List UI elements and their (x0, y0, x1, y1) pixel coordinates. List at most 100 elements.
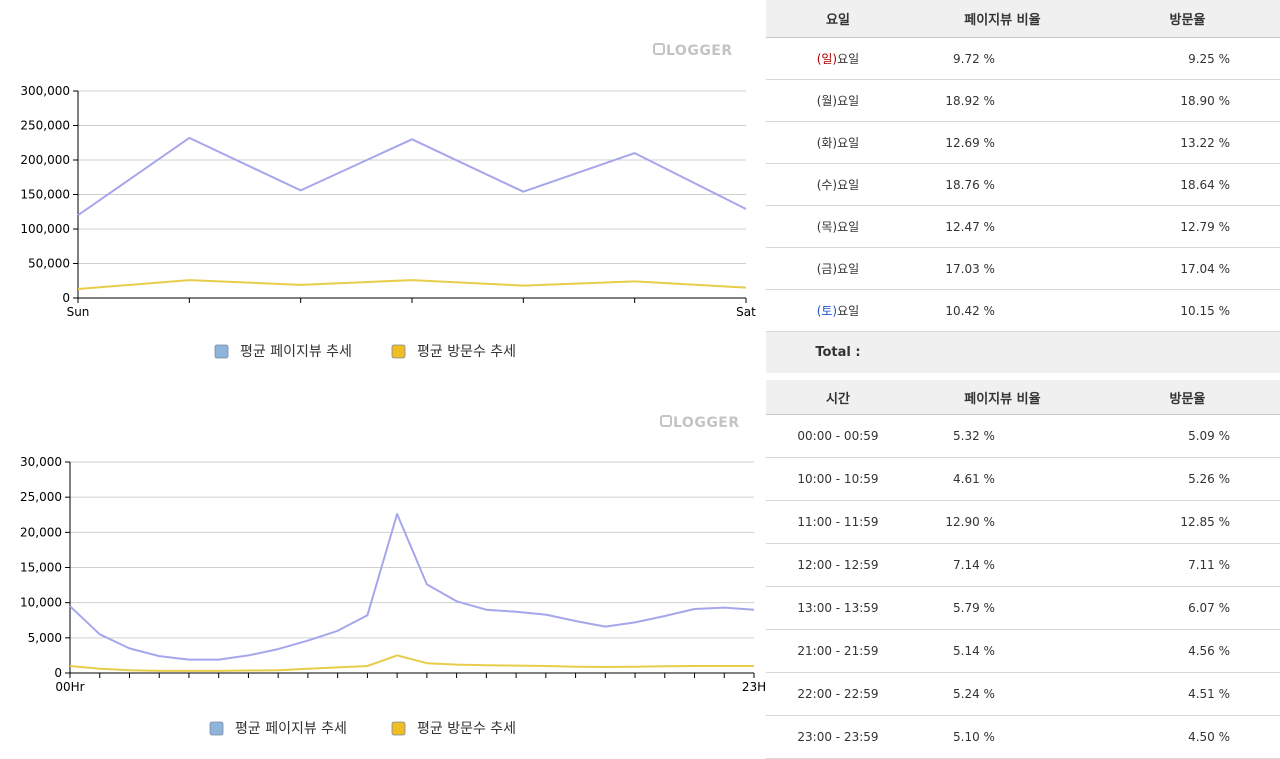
header-pageview-ratio: 페이지뷰 비율 (909, 380, 1095, 415)
table-row: 11:00 - 11:59 12.90 % 12.85 % (766, 500, 1280, 544)
y-tick-label: 0 (62, 291, 70, 305)
day-cell: (토)요일 (766, 289, 910, 332)
legend-label: 평균 페이지뷰 추세 (240, 344, 352, 360)
day-cell: (목)요일 (766, 205, 910, 248)
y-tick-label: 50,000 (28, 257, 70, 271)
y-tick-label: 25,000 (20, 490, 62, 504)
x-tick-label: 00Hr (55, 680, 84, 694)
table-row: (화)요일 12.69 % 13.22 % (766, 121, 1280, 164)
pageview-ratio-cell: 18.92 % (909, 79, 1095, 122)
time-cell: 22:00 - 22:59 (766, 672, 910, 716)
day-cell: (월)요일 (766, 79, 910, 122)
visit-ratio-cell: 12.85 % (1094, 500, 1280, 544)
y-tick-label: 0 (54, 666, 62, 680)
logger-logo: LOGGER (660, 415, 740, 431)
pageview-ratio-cell: 12.69 % (909, 121, 1095, 164)
table-row: (월)요일 18.92 % 18.90 % (766, 79, 1280, 122)
day-cell: (수)요일 (766, 163, 910, 206)
table-row: (일)요일 9.72 % 9.25 % (766, 37, 1280, 80)
chart-legend: 평균 페이지뷰 추세 평균 방문수 추세 (209, 721, 516, 737)
y-tick-label: 20,000 (20, 525, 62, 539)
table-row: 23:00 - 23:59 5.10 % 4.50 % (766, 715, 1280, 759)
y-tick-label: 15,000 (20, 561, 62, 575)
visit-ratio-cell: 10.15 % (1094, 289, 1280, 332)
pageview-ratio-cell: 5.14 % (909, 629, 1095, 673)
visit-ratio-cell: 4.56 % (1094, 629, 1280, 673)
day-cell: (화)요일 (766, 121, 910, 164)
time-cell: 12:00 - 12:59 (766, 543, 910, 587)
pageview-ratio-cell: 5.79 % (909, 586, 1095, 630)
visit-ratio-cell: 6.07 % (1094, 586, 1280, 630)
total-row: Total : (766, 331, 1280, 373)
time-cell: 00:00 - 00:59 (766, 414, 910, 458)
header-time: 시간 (766, 380, 910, 415)
pageview-ratio-cell: 5.10 % (909, 715, 1095, 759)
visit-ratio-cell: 18.64 % (1094, 163, 1280, 206)
hourly-stats-table-panel: 시간 페이지뷰 비율 방문율 00:00 - 00:59 5.32 % 5.09… (766, 380, 1280, 759)
visit-ratio-cell: 12.79 % (1094, 205, 1280, 248)
pageview-ratio-cell: 5.24 % (909, 672, 1095, 716)
pageview-ratio-cell: 10.42 % (909, 289, 1095, 332)
hourly-stats-table: 시간 페이지뷰 비율 방문율 00:00 - 00:59 5.32 % 5.09… (766, 380, 1280, 759)
visit-series-line (77, 279, 747, 290)
y-tick-label: 10,000 (20, 596, 62, 610)
time-cell: 10:00 - 10:59 (766, 457, 910, 501)
visit-ratio-cell: 9.25 % (1094, 37, 1280, 80)
table-row: 10:00 - 10:59 4.61 % 5.26 % (766, 457, 1280, 501)
pageview-ratio-cell: 12.47 % (909, 205, 1095, 248)
time-cell: 13:00 - 13:59 (766, 586, 910, 630)
visit-ratio-cell: 5.26 % (1094, 457, 1280, 501)
weekly-stats-table-panel: 요일 페이지뷰 비율 방문율 (일)요일 9.72 % 9.25 % (월)요일… (766, 0, 1280, 373)
table-row: (토)요일 10.42 % 10.15 % (766, 289, 1280, 332)
pageview-ratio-cell: 18.76 % (909, 163, 1095, 206)
total-visit-cell (1094, 331, 1280, 373)
visit-ratio-cell: 4.51 % (1094, 672, 1280, 716)
pageview-ratio-cell: 12.90 % (909, 500, 1095, 544)
pageview-ratio-cell: 4.61 % (909, 457, 1095, 501)
y-tick-label: 150,000 (20, 188, 70, 202)
y-tick-label: 250,000 (20, 119, 70, 133)
visit-ratio-cell: 17.04 % (1094, 247, 1280, 290)
y-tick-label: 300,000 (20, 84, 70, 98)
weekly-stats-table: 요일 페이지뷰 비율 방문율 (일)요일 9.72 % 9.25 % (월)요일… (766, 0, 1280, 373)
legend-label: 평균 방문수 추세 (417, 721, 516, 737)
weekly-chart-panel: LOGGER 300,000 250,000 200,000 150,000 100,0… (0, 0, 766, 371)
pageview-ratio-cell: 17.03 % (909, 247, 1095, 290)
header-day: 요일 (766, 0, 910, 38)
logger-logo: LOGGER (653, 43, 732, 59)
total-pageview-cell (909, 331, 1095, 373)
visit-ratio-cell: 13.22 % (1094, 121, 1280, 164)
pageview-ratio-cell: 7.14 % (909, 543, 1095, 587)
day-cell: (일)요일 (766, 37, 910, 80)
x-tick-label: 23H (742, 680, 766, 694)
y-tick-label: 200,000 (20, 153, 70, 167)
header-visit-ratio: 방문율 (1094, 0, 1280, 38)
legend-swatch (214, 344, 229, 359)
visit-ratio-cell: 5.09 % (1094, 414, 1280, 458)
visit-ratio-cell: 7.11 % (1094, 543, 1280, 587)
legend-label: 평균 페이지뷰 추세 (235, 721, 347, 737)
pageview-ratio-cell: 5.32 % (909, 414, 1095, 458)
legend-label: 평균 방문수 추세 (417, 344, 516, 360)
y-tick-label: 100,000 (20, 222, 70, 236)
table-row: 00:00 - 00:59 5.32 % 5.09 % (766, 414, 1280, 458)
pageview-series-line (77, 136, 747, 217)
logo-text: LOGGER (673, 415, 740, 431)
y-tick-label: 5,000 (28, 631, 62, 645)
table-row: 22:00 - 22:59 5.24 % 4.51 % (766, 672, 1280, 716)
weekly-line-chart: LOGGER 300,000 250,000 200,000 150,000 100,0… (20, 43, 756, 360)
table-row: 21:00 - 21:59 5.14 % 4.56 % (766, 629, 1280, 673)
legend-swatch (209, 721, 224, 736)
x-tick-label: Sun (67, 305, 90, 319)
legend-swatch (391, 344, 406, 359)
total-label: Total : (766, 331, 910, 373)
chart-legend: 평균 페이지뷰 추세 평균 방문수 추세 (214, 344, 516, 360)
table-row: 12:00 - 12:59 7.14 % 7.11 % (766, 543, 1280, 587)
time-cell: 11:00 - 11:59 (766, 500, 910, 544)
table-row: (금)요일 17.03 % 17.04 % (766, 247, 1280, 290)
time-cell: 21:00 - 21:59 (766, 629, 910, 673)
header-visit-ratio: 방문율 (1094, 380, 1280, 415)
time-cell: 23:00 - 23:59 (766, 715, 910, 759)
day-cell: (금)요일 (766, 247, 910, 290)
pageview-ratio-cell: 9.72 % (909, 37, 1095, 80)
